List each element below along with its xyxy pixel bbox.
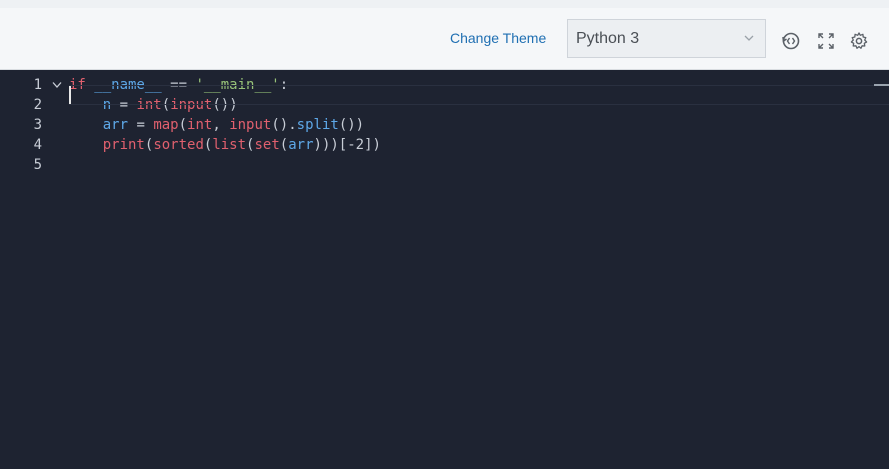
code-line-3[interactable]: 3 arr = map(int, input().split()) [0, 115, 889, 135]
language-select[interactable]: Python 3 [567, 19, 766, 58]
code-line-4[interactable]: 4 print(sorted(list(set(arr)))[-2]) [0, 135, 889, 155]
code-text: arr = map(int, input().split()) [69, 117, 365, 133]
settings-icon[interactable] [849, 31, 869, 51]
chevron-down-icon [744, 35, 754, 41]
line-number: 3 [33, 117, 42, 133]
active-line-highlight [69, 85, 889, 105]
line-number: 4 [33, 137, 42, 153]
change-theme-link[interactable]: Change Theme [450, 30, 546, 46]
line-number: 1 [33, 77, 42, 93]
scrollbar-marker[interactable] [874, 84, 889, 86]
fold-chevron-icon[interactable] [52, 81, 62, 89]
fullscreen-icon[interactable] [816, 31, 836, 51]
line-number: 5 [33, 157, 42, 173]
language-select-value: Python 3 [576, 30, 640, 47]
code-text: print(sorted(list(set(arr)))[-2]) [102, 137, 381, 153]
code-line-5[interactable]: 5 [0, 155, 889, 175]
line-number: 2 [33, 97, 42, 113]
text-cursor [69, 86, 71, 104]
editor-toolbar: Change Theme Python 3 [0, 0, 889, 70]
toolbar-top-strip [0, 0, 889, 8]
history-icon[interactable] [781, 31, 801, 51]
